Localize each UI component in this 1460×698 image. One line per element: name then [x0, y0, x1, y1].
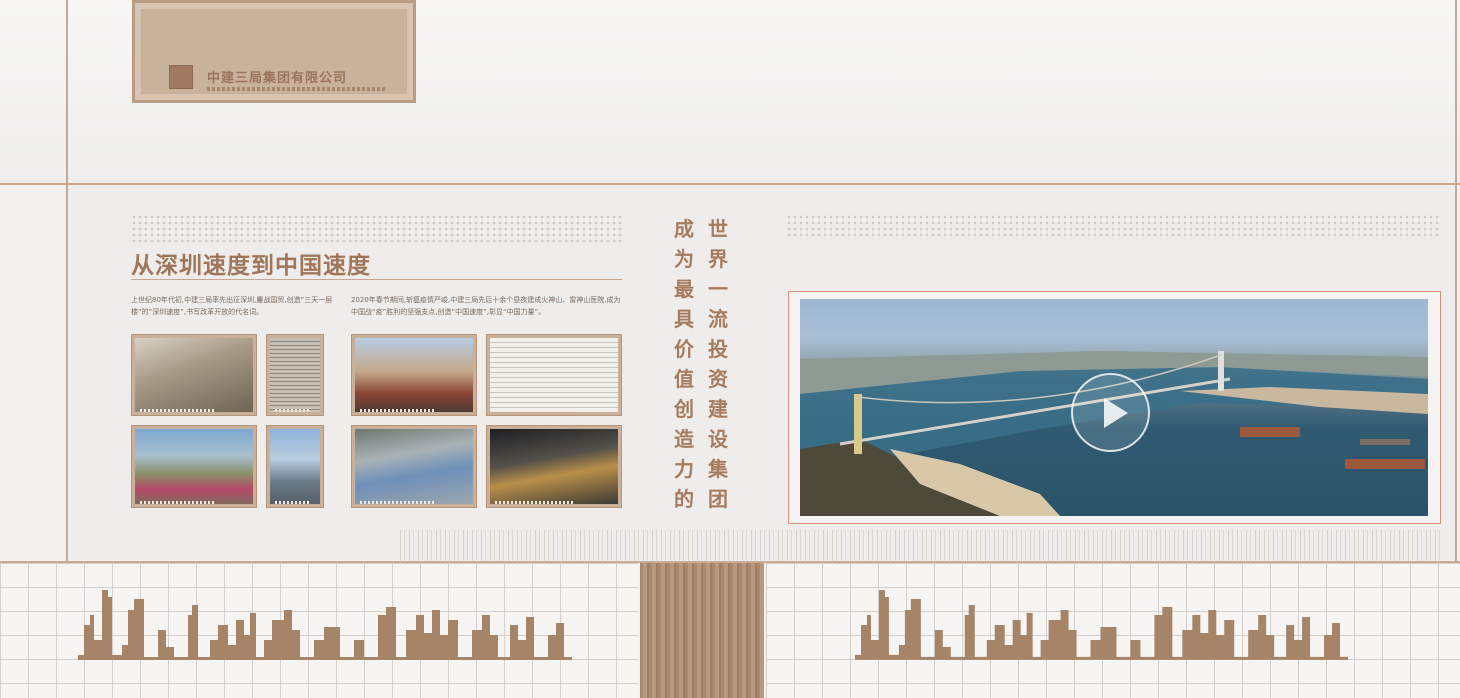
heading-divider	[131, 279, 622, 280]
decorative-barcode	[400, 530, 1440, 562]
photo-press-event[interactable]	[351, 334, 477, 416]
photo-hospital-aerial-night[interactable]	[486, 425, 622, 508]
dot-pattern-right	[786, 214, 1441, 240]
photo-newspaper-front[interactable]	[486, 334, 622, 416]
company-plaque: 中建三局集团有限公司	[132, 0, 416, 103]
company-name: 中建三局集团有限公司	[207, 71, 348, 86]
photo-construction-tower[interactable]	[131, 334, 257, 416]
paragraph-left: 上世纪80年代初,中建三局率先出征深圳,鏖战国贸,创造“三天一层楼”的“深圳速度…	[131, 296, 333, 316]
slogan-column-left: 成为最具价值创造力的	[674, 217, 694, 511]
frame-line-right	[1455, 0, 1457, 563]
photo-hospital-aerial-day[interactable]	[351, 425, 477, 508]
skyline-right-silhouette	[855, 590, 1348, 660]
paragraph-right: 2020年春节期间,斩瘟疫情严峻,中建三局先后十余个昼夜建成火神山、雷神山医院,…	[351, 296, 621, 316]
photo-construction-site[interactable]	[131, 425, 257, 508]
wood-pillar	[640, 563, 764, 698]
photo-skyscraper[interactable]	[266, 425, 324, 508]
play-button-icon[interactable]	[1071, 373, 1150, 452]
slogan-column-right: 世界一流投资建设集团	[708, 217, 728, 511]
section-heading: 从深圳速度到中国速度	[131, 253, 371, 279]
company-logo-icon	[169, 65, 193, 89]
dot-pattern-left	[131, 214, 622, 244]
photo-newspaper-clip[interactable]	[266, 334, 324, 416]
skyline-left-silhouette	[78, 590, 572, 660]
company-english-name	[207, 87, 387, 91]
